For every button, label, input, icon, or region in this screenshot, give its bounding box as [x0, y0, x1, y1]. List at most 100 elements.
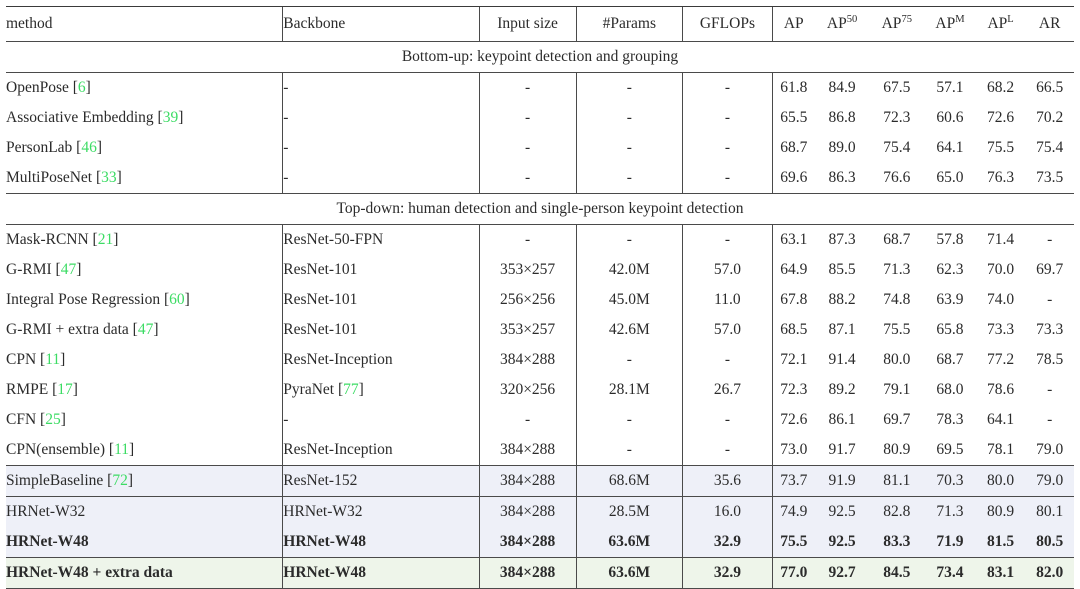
cell-ar: 73.5 [1036, 169, 1064, 186]
table-header-row: method Backbone Input size #Params GFLOPs AP A… [6, 6, 1074, 42]
cell-ap50: 86.1 [828, 411, 856, 428]
cell-apm: 63.9 [936, 291, 964, 308]
cell-ap75: 79.1 [883, 381, 911, 398]
cell-ap: 73.0 [771, 435, 815, 466]
cell-ap75: 83.3 [869, 527, 925, 558]
cell-backbone: ResNet-101 [282, 255, 480, 285]
citation-link[interactable]: 11 [114, 441, 129, 458]
cell-gflops: 32.9 [681, 527, 773, 558]
citation-link[interactable]: 47 [138, 321, 154, 338]
cell-ap: 63.1 [771, 224, 815, 255]
cell-ap50: 92.5 [814, 496, 870, 527]
cell-ar: - [1047, 291, 1053, 308]
method-name: CPN(ensemble) [6, 441, 106, 458]
cell-input: - [478, 133, 577, 163]
cell-ap: 68.7 [771, 133, 815, 163]
method-name: CFN [6, 411, 37, 428]
backbone-name: ResNet-101 [283, 321, 358, 338]
citation-link[interactable]: 46 [81, 139, 97, 156]
column-header-method: method [6, 6, 283, 42]
cell-method: PersonLab [46] [6, 139, 103, 156]
method-name: HRNet-W32 [6, 503, 86, 520]
method-name: SimpleBaseline [6, 472, 104, 489]
table-row: PersonLab [46] - - - -68.7 89.0 75.4 64.1 75.5 75… [6, 133, 1074, 163]
cell-ar: 82.0 [1025, 557, 1074, 589]
cell-gflops: 32.9 [681, 557, 773, 589]
cell-apl: 80.9 [975, 496, 1026, 527]
cell-ar: 80.5 [1025, 527, 1074, 558]
table-row: CPN(ensemble) [11] ResNet-Inception 384×28… [6, 435, 1074, 466]
cell-ap: 64.9 [771, 255, 815, 285]
cell-ap75: 69.7 [883, 411, 911, 428]
backbone-name: HRNet-W32 [283, 503, 363, 520]
column-header-apm: APM [924, 6, 976, 42]
cell-ar: 79.0 [1025, 465, 1074, 497]
cell-ap50: 91.4 [828, 351, 856, 368]
cell-apm: 68.0 [936, 381, 964, 398]
cell-method: OpenPose [6] [6, 79, 91, 96]
backbone-name: - [283, 79, 289, 96]
cell-input: 353×257 [478, 255, 577, 285]
cell-params: - [575, 435, 683, 466]
cell-ap50: 88.2 [828, 291, 856, 308]
citation-link[interactable]: 60 [169, 291, 185, 308]
cell-backbone: ResNet-Inception [282, 435, 480, 466]
cell-input: 384×288 [478, 496, 577, 527]
backbone-name: HRNet-W48 [283, 533, 366, 550]
cell-method: G-RMI + extra data [47] [6, 321, 159, 338]
cell-apl: 73.3 [987, 321, 1015, 338]
table-row: HRNet-W48 + extra data HRNet-W48 384×288 63… [6, 557, 1074, 589]
cell-params: 28.1M [575, 375, 683, 405]
column-header-backbone: Backbone [282, 6, 480, 42]
cell-input: 384×288 [478, 557, 577, 589]
citation-link[interactable]: 11 [45, 351, 60, 368]
cell-ap75: 84.5 [869, 557, 925, 589]
cell-backbone: HRNet-W48 [282, 527, 480, 558]
citation-link[interactable]: 25 [45, 411, 61, 428]
citation-link[interactable]: 39 [163, 109, 179, 126]
cell-backbone: ResNet-Inception [282, 345, 480, 375]
cell-input: 384×288 [478, 345, 577, 375]
cell-ar: 75.4 [1036, 139, 1064, 156]
cell-gflops: - [681, 435, 773, 466]
column-header-ap75: AP75 [869, 6, 925, 42]
cell-input: - [478, 103, 577, 133]
cell-gflops: 35.6 [681, 465, 773, 497]
cell-ap: 68.5 [771, 315, 815, 345]
cell-input: 384×288 [478, 465, 577, 497]
citation-link[interactable]: 17 [57, 381, 73, 398]
table-row: HRNet-W32 HRNet-W32 384×288 28.5M 16.0 74.9 92… [6, 496, 1074, 527]
column-header-gflops: GFLOPs [681, 6, 773, 42]
citation-link[interactable]: 21 [98, 231, 114, 248]
backbone-name: ResNet-Inception [283, 441, 393, 458]
citation-link[interactable]: 72 [112, 472, 128, 489]
column-header-apl: APL [975, 6, 1026, 42]
cell-params: 63.6M [575, 557, 683, 589]
cell-method: G-RMI [47] [6, 261, 82, 278]
cell-apl: 71.4 [987, 231, 1015, 248]
cell-ap75: 80.9 [883, 441, 911, 458]
cell-apl: 83.1 [975, 557, 1026, 589]
table-row: G-RMI [47] ResNet-101 353×257 42.0M 57.0 64.9… [6, 255, 1074, 285]
cell-apl: 76.3 [987, 169, 1015, 186]
coco-results-table: method Backbone Input size #Params GFLOPs AP A… [6, 6, 1074, 589]
citation-link[interactable]: 77 [343, 381, 359, 398]
cell-ap50: 86.3 [828, 169, 856, 186]
cell-method: Mask-RCNN [21] [6, 231, 119, 248]
citation-link[interactable]: 33 [101, 169, 117, 186]
cell-ap50: 87.3 [828, 231, 856, 248]
method-name: MultiPoseNet [6, 169, 93, 186]
cell-ap50: 91.9 [814, 465, 870, 497]
cell-method: Associative Embedding [39] [6, 109, 184, 126]
citation-link[interactable]: 6 [78, 79, 86, 96]
citation-link[interactable]: 47 [61, 261, 77, 278]
cell-params: - [575, 72, 683, 103]
cell-apm: 70.3 [924, 465, 976, 497]
cell-apm: 71.9 [924, 527, 976, 558]
backbone-name: ResNet-101 [283, 261, 358, 278]
method-name: G-RMI + extra data [6, 321, 129, 338]
column-header-params: #Params [575, 6, 683, 42]
cell-ap75: 80.0 [883, 351, 911, 368]
cell-method: Integral Pose Regression [60] [6, 291, 190, 308]
method-name: Integral Pose Regression [6, 291, 161, 308]
